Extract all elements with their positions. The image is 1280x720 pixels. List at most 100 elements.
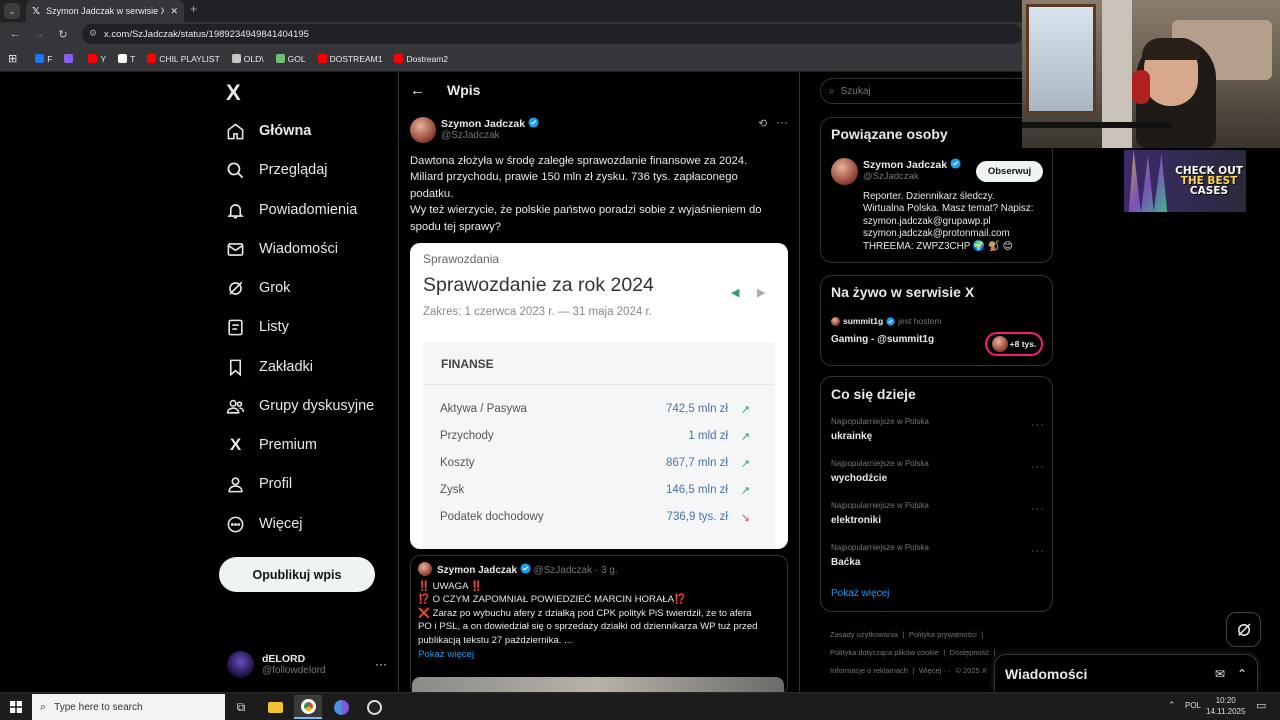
nav-notifications-label: Powiadomienia: [259, 202, 358, 218]
nav-communities[interactable]: Grupy dyskusyjne: [226, 391, 374, 421]
footer-link[interactable]: Zasady użytkowania: [830, 630, 898, 639]
bookmark-item[interactable]: OLD\: [231, 53, 264, 64]
close-tab-icon[interactable]: ✕: [170, 6, 178, 17]
nav-lists[interactable]: Listy: [226, 312, 289, 342]
forward-icon[interactable]: →: [28, 22, 50, 46]
trends-show-more-link[interactable]: Pokaż więcej: [831, 588, 889, 599]
trend-context: Najpopularniejsze w Polska: [831, 543, 929, 552]
footer-link[interactable]: Informacje o reklamach: [830, 666, 908, 675]
x-favicon-icon: 𝕏: [32, 5, 41, 17]
trend-more-icon[interactable]: ···: [1031, 461, 1045, 473]
tab-search-button[interactable]: ⌄: [4, 3, 20, 19]
bookmark-item[interactable]: Y: [88, 54, 106, 64]
live-listeners-count: +8 tys.: [1009, 339, 1037, 349]
follow-button[interactable]: Obserwuj: [976, 161, 1043, 182]
live-host-name[interactable]: summit1g: [843, 316, 883, 326]
nav-messages[interactable]: Wiadomości: [226, 234, 338, 264]
new-tab-button[interactable]: +: [190, 2, 197, 16]
notification-icon[interactable]: ▭: [1256, 699, 1266, 712]
author-handle[interactable]: @SzJadczak: [441, 130, 539, 141]
site-info-icon[interactable]: ⚙: [89, 28, 97, 39]
obs-taskbar-icon[interactable]: [360, 695, 388, 719]
bookmark-item[interactable]: T: [118, 54, 135, 64]
reply-image-thumbnail[interactable]: [412, 677, 784, 692]
footer-link[interactable]: Więcej ···: [919, 666, 951, 675]
language-indicator[interactable]: POL: [1185, 701, 1201, 710]
back-icon[interactable]: ←: [4, 22, 26, 46]
author-name[interactable]: Szymon Jadczak: [441, 118, 525, 130]
nav-profile-label: Profil: [259, 476, 293, 492]
card-title: Sprawozdanie za rok 2024: [423, 274, 654, 296]
nav-grok[interactable]: Grok: [226, 273, 290, 303]
footer-link[interactable]: Polityka prywatności: [909, 630, 977, 639]
windows-start-icon[interactable]: [2, 695, 30, 719]
expand-icon[interactable]: ⌃: [1237, 667, 1247, 681]
new-message-icon[interactable]: ✉: [1215, 667, 1225, 681]
nav-notifications[interactable]: Powiadomienia: [226, 195, 357, 225]
related-handle: @SzJadczak: [863, 171, 919, 182]
search-icon: ⌕: [40, 700, 47, 713]
live-stream-title[interactable]: Gaming - @summit1g: [831, 334, 934, 345]
bookmark-item[interactable]: F: [35, 54, 52, 64]
grok-floating-button[interactable]: [1226, 612, 1261, 647]
bookmark-label: OLD\: [243, 53, 264, 64]
trend-more-icon[interactable]: ···: [1031, 545, 1045, 557]
clock[interactable]: 10:20 14.11.2025: [1206, 695, 1245, 717]
back-arrow-icon[interactable]: ←: [410, 82, 425, 99]
finance-row-label: Przychody: [440, 430, 494, 442]
nav-premium[interactable]: X Premium: [226, 430, 317, 460]
bookmark-favicon-icon: [35, 54, 45, 63]
reload-icon[interactable]: ↻: [52, 22, 74, 46]
verified-badge-icon: [950, 158, 961, 169]
reply-author-name[interactable]: Szymon Jadczak: [437, 565, 517, 576]
financial-report-image[interactable]: Sprawozdania Sprawozdanie za rok 2024 ◀ …: [410, 243, 788, 549]
post-text: Dawtona złożyła w środę zaległe sprawozd…: [410, 153, 790, 235]
reply-show-more-link[interactable]: Pokaż więcej: [418, 648, 784, 662]
nav-more[interactable]: Więcej: [226, 509, 303, 539]
chrome-profile-taskbar-icon[interactable]: [327, 695, 355, 719]
bookmark-item[interactable]: DOSTREAM1: [317, 53, 383, 64]
bookmark-item[interactable]: [64, 54, 76, 64]
trend-more-icon[interactable]: ···: [1031, 503, 1045, 515]
trend-context: Najpopularniejsze w Polska: [831, 417, 929, 426]
browser-tab[interactable]: 𝕏 Szymon Jadczak w serwisie X: „ ✕: [26, 0, 184, 22]
card-section: Sprawozdania: [423, 252, 500, 266]
author-avatar[interactable]: [410, 117, 436, 143]
messages-drawer[interactable]: Wiadomości ✉ ⌃: [994, 654, 1258, 692]
trend-more-icon[interactable]: ···: [1031, 419, 1045, 431]
footer-link[interactable]: Dostępność: [950, 648, 990, 657]
apps-grid-icon[interactable]: ⊞: [8, 52, 17, 65]
finance-row: Aktywa / Pasywa 742,5 mln zł ↗: [440, 396, 750, 422]
grok-explain-icon[interactable]: ⟲: [758, 117, 767, 130]
bookmark-item[interactable]: Dostream2: [394, 54, 448, 64]
messages-drawer-title: Wiadomości: [1005, 665, 1088, 682]
bookmark-label: DOSTREAM1: [329, 53, 383, 64]
nav-communities-label: Grupy dyskusyjne: [259, 398, 375, 414]
task-view-icon[interactable]: ⧉: [227, 695, 255, 719]
more-dots-icon[interactable]: ···: [375, 657, 387, 671]
related-name[interactable]: Szymon Jadczak: [863, 159, 947, 171]
post-more-icon[interactable]: ···: [776, 115, 788, 129]
chrome-taskbar-icon[interactable]: [294, 695, 322, 719]
post-button[interactable]: Opublikuj wpis: [219, 557, 375, 592]
post-text-line: podatku.: [410, 187, 454, 200]
file-explorer-icon[interactable]: [261, 695, 289, 719]
live-listeners-badge[interactable]: +8 tys.: [985, 332, 1043, 356]
taskbar-search[interactable]: ⌕ Type here to search: [32, 694, 225, 720]
address-bar[interactable]: ⚙ x.com/SzJadczak/status/198923494984140…: [82, 24, 1022, 44]
more-circle-icon: [227, 516, 244, 532]
search-input[interactable]: ⌕ Szukaj: [820, 78, 1053, 104]
footer-link[interactable]: Polityka dotycząca plików cookie: [830, 648, 939, 657]
tray-chevron-icon[interactable]: ⌃: [1168, 700, 1176, 711]
bookmark-item[interactable]: GOL: [275, 54, 306, 64]
x-logo[interactable]: X: [226, 80, 241, 106]
bookmark-item[interactable]: CHIL PLAYLIST: [147, 54, 220, 64]
bookmark-favicon-icon: [394, 54, 404, 63]
nav-profile[interactable]: Profil: [226, 469, 292, 499]
nav-home[interactable]: Główna: [226, 116, 311, 146]
nav-explore[interactable]: Przeglądaj: [226, 155, 328, 185]
related-avatar[interactable]: [831, 158, 858, 185]
related-people-panel: Powiązane osoby Szymon Jadczak @SzJadcza…: [820, 117, 1053, 263]
nav-bookmarks[interactable]: Zakładki: [226, 352, 313, 382]
account-switcher[interactable]: dELORD @followdelord ···: [227, 646, 387, 682]
